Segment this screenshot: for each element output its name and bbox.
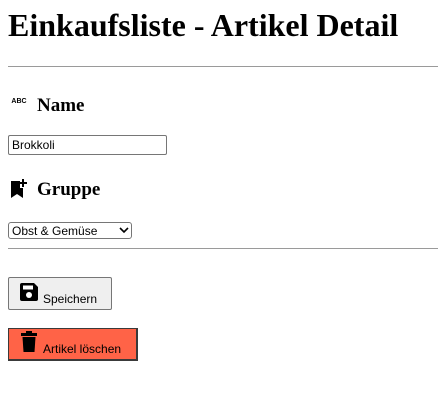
delete-button[interactable]: Artikel löschen (8, 328, 138, 361)
save-button-label: Speichern (43, 292, 98, 306)
delete-button-label: Artikel löschen (43, 342, 122, 356)
bookmark-add-icon (8, 178, 30, 200)
divider (8, 248, 438, 249)
name-label: Name (37, 95, 85, 116)
abc-text-icon: ABC (8, 94, 30, 116)
page-title: Einkaufsliste - Artikel Detail (8, 7, 399, 43)
name-heading: ABC Name (8, 92, 84, 116)
svg-text:ABC: ABC (11, 98, 26, 105)
floppy-disk-icon (17, 280, 41, 304)
group-label: Gruppe (37, 179, 101, 200)
divider (8, 66, 438, 67)
group-heading: Gruppe (8, 176, 100, 200)
group-select-value: Obst & Gemüse (12, 223, 98, 238)
group-select[interactable]: Obst & Gemüse (8, 222, 132, 239)
chevron-down-icon (117, 223, 131, 238)
save-button[interactable]: Speichern (8, 277, 112, 310)
trash-icon (17, 330, 41, 354)
name-input[interactable] (8, 135, 167, 155)
